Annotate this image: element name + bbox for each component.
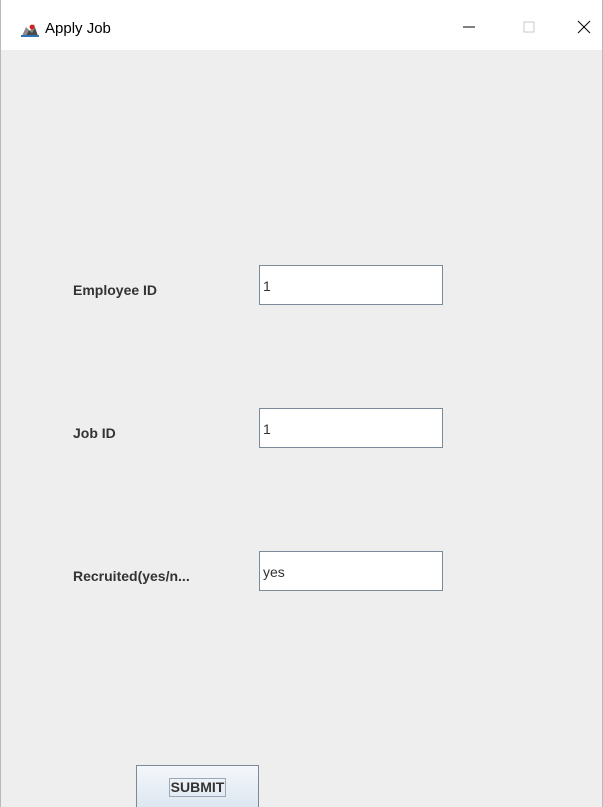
employee-id-field[interactable] (259, 265, 443, 305)
maximize-button[interactable] (509, 14, 549, 44)
recruited-label: Recruited(yes/n... (73, 568, 190, 584)
job-id-label: Job ID (73, 425, 116, 441)
apply-job-window: Apply Job Employee ID 1 Job ID 1 Recruit… (0, 0, 603, 807)
recruited-field[interactable] (259, 551, 443, 591)
java-cup-icon (20, 21, 40, 38)
maximize-icon (522, 20, 536, 39)
submit-button-label: SUBMIT (168, 777, 227, 797)
close-icon (577, 20, 591, 39)
employee-id-label: Employee ID (73, 282, 158, 298)
minimize-icon (462, 20, 476, 39)
job-id-field[interactable] (259, 408, 443, 448)
title-bar[interactable]: Apply Job (1, 0, 602, 50)
form-panel: Employee ID Job ID Recruited(yes/n... SU… (1, 50, 602, 807)
minimize-button[interactable] (449, 14, 489, 44)
window-title: Apply Job (45, 20, 111, 37)
submit-button[interactable]: SUBMIT (136, 765, 259, 807)
close-button[interactable] (564, 14, 602, 44)
